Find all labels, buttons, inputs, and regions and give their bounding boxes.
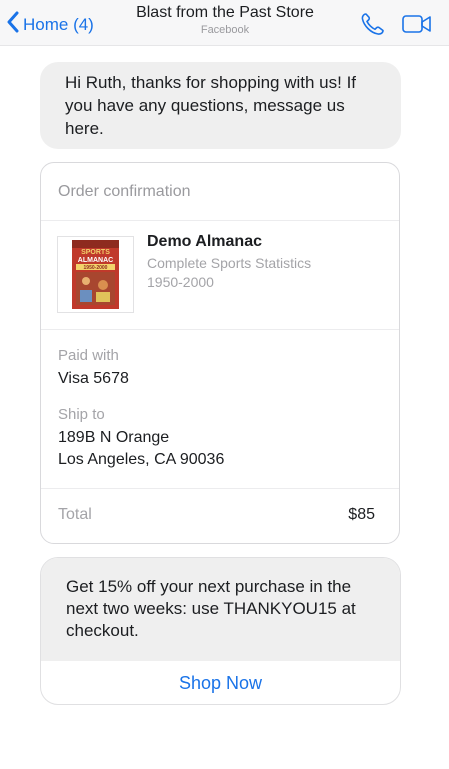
back-label: Home (4) bbox=[23, 14, 94, 34]
almanac-cover-image: SPORTS ALMANAC 1950-2000 bbox=[72, 240, 119, 309]
total-value: $85 bbox=[348, 506, 375, 523]
conversation-title: Blast from the Past Store bbox=[136, 4, 314, 21]
back-button[interactable]: Home (4) bbox=[6, 11, 94, 38]
product-subtitle: Complete Sports Statistics 1950-2000 bbox=[147, 255, 312, 290]
divider bbox=[41, 220, 399, 221]
top-bar: Home (4) Blast from the Past Store Faceb… bbox=[0, 0, 449, 46]
total-label: Total bbox=[58, 506, 92, 523]
product-thumbnail[interactable]: SPORTS ALMANAC 1950-2000 bbox=[57, 236, 134, 313]
phone-icon[interactable] bbox=[360, 12, 386, 41]
cover-years: 1950-2000 bbox=[84, 265, 108, 271]
paid-with-value: Visa 5678 bbox=[58, 370, 129, 387]
cover-title-line2: ALMANAC bbox=[78, 257, 113, 264]
chevron-left-icon bbox=[6, 11, 20, 38]
order-card-header: Order confirmation bbox=[58, 183, 191, 200]
divider bbox=[41, 488, 399, 489]
shop-now-button[interactable]: Shop Now bbox=[41, 661, 400, 704]
conversation-subtitle: Facebook bbox=[200, 24, 250, 36]
promo-card: Get 15% off your next purchase in the ne… bbox=[40, 557, 401, 705]
promo-message: Get 15% off your next purchase in the ne… bbox=[41, 558, 400, 661]
order-confirmation-card: Order confirmation SPORTS ALMANAC 1950-2… bbox=[40, 162, 400, 544]
ship-to-line1: 189B N Orange bbox=[58, 429, 170, 446]
ship-to-line2: Los Angeles, CA 90036 bbox=[58, 451, 225, 468]
divider bbox=[41, 329, 399, 330]
ship-to-label: Ship to bbox=[58, 406, 105, 423]
paid-with-label: Paid with bbox=[58, 347, 119, 364]
cover-title-line1: SPORTS bbox=[81, 249, 110, 256]
product-title: Demo Almanac bbox=[147, 233, 262, 250]
video-camera-icon[interactable] bbox=[402, 14, 432, 39]
greeting-message: Hi Ruth, thanks for shopping with us! If… bbox=[40, 62, 401, 149]
